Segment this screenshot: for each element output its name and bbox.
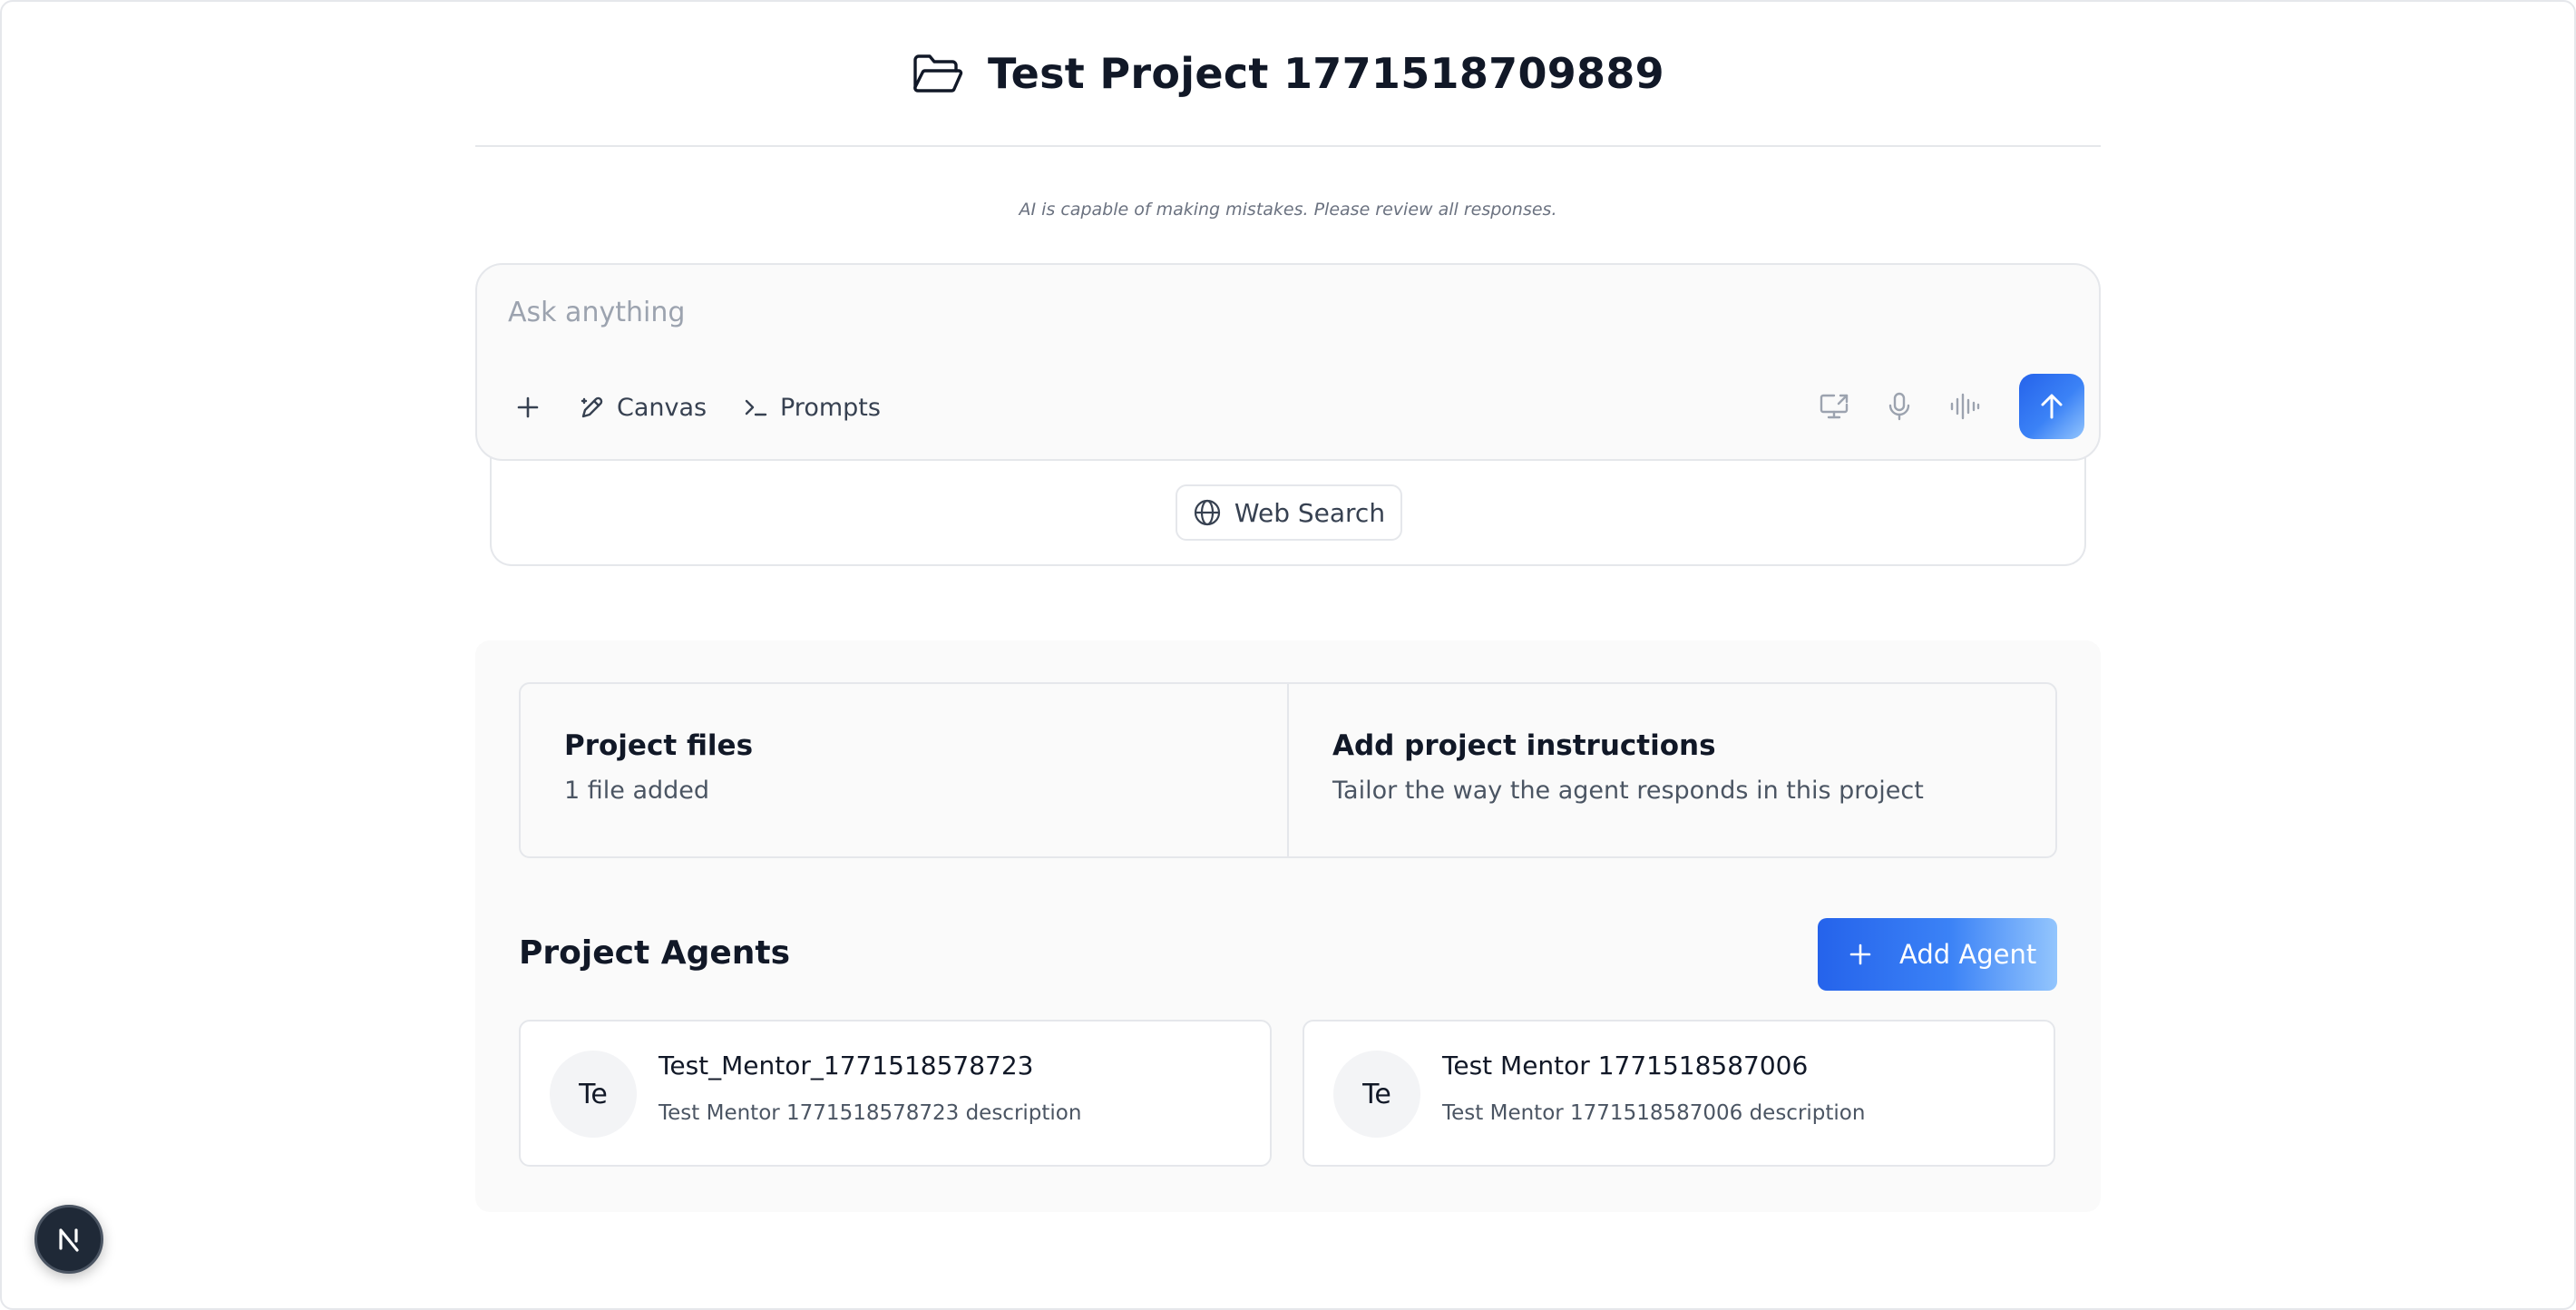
project-files-title: Project files xyxy=(564,729,754,762)
plus-icon xyxy=(517,396,539,418)
project-instructions-subtitle: Tailor the way the agent responds in thi… xyxy=(1332,777,1924,805)
prompts-button[interactable]: Prompts xyxy=(742,385,881,430)
project-instructions-card[interactable]: Add project instructions Tailor the way … xyxy=(1287,684,2055,856)
web-search-label: Web Search xyxy=(1234,497,1386,528)
agent-description: Test Mentor 1771518578723 description xyxy=(659,1101,1082,1125)
agent-name: Test Mentor 1771518587006 xyxy=(1442,1051,1809,1080)
pencil-sparkle-icon xyxy=(581,396,603,418)
attach-button[interactable] xyxy=(510,385,546,430)
project-info-cards: Project files 1 file added Add project i… xyxy=(519,682,2057,858)
agent-card[interactable]: Te Test Mentor 1771518587006 Test Mentor… xyxy=(1303,1020,2055,1167)
globe-icon xyxy=(1194,499,1221,526)
nextjs-logo-icon xyxy=(59,1228,79,1252)
page-title: Test Project 1771518709889 xyxy=(988,49,1664,98)
canvas-button[interactable]: Canvas xyxy=(579,385,707,430)
agent-description: Test Mentor 1771518587006 description xyxy=(1442,1101,1866,1125)
project-title-group: Test Project 1771518709889 xyxy=(912,49,1664,98)
add-agent-button[interactable]: Add Agent xyxy=(1818,918,2057,991)
microphone-icon xyxy=(1888,392,1910,421)
prompts-label: Prompts xyxy=(780,393,881,422)
project-agents-heading: Project Agents xyxy=(519,934,791,972)
folder-open-icon xyxy=(912,53,964,94)
project-files-count: 1 file added xyxy=(564,777,710,805)
agent-avatar: Te xyxy=(550,1051,637,1138)
screen-share-icon xyxy=(1820,394,1849,419)
chat-composer: Canvas Prompts xyxy=(475,263,2101,461)
agent-name: Test_Mentor_1771518578723 xyxy=(659,1051,1034,1080)
project-files-card[interactable]: Project files 1 file added xyxy=(521,684,1287,856)
terminal-icon xyxy=(745,399,767,416)
agent-card[interactable]: Te Test_Mentor_1771518578723 Test Mentor… xyxy=(519,1020,1272,1167)
arrow-up-icon xyxy=(2041,394,2063,419)
audio-waveform-icon xyxy=(1950,393,1980,420)
plus-icon xyxy=(1849,943,1871,965)
microphone-button[interactable] xyxy=(1879,386,1919,426)
nextjs-devtools-button[interactable] xyxy=(34,1205,103,1274)
send-button[interactable] xyxy=(2019,374,2084,439)
voice-mode-button[interactable] xyxy=(1945,386,1985,426)
web-search-button[interactable]: Web Search xyxy=(1176,484,1402,541)
canvas-label: Canvas xyxy=(617,393,707,422)
add-agent-label: Add Agent xyxy=(1899,939,2037,970)
project-instructions-title: Add project instructions xyxy=(1332,729,1716,762)
project-header: Test Project 1771518709889 xyxy=(475,36,2101,147)
agent-avatar: Te xyxy=(1333,1051,1420,1138)
chat-input[interactable] xyxy=(508,285,1959,339)
ai-disclaimer: AI is capable of making mistakes. Please… xyxy=(1019,200,1557,220)
screen-share-button[interactable] xyxy=(1814,386,1854,426)
